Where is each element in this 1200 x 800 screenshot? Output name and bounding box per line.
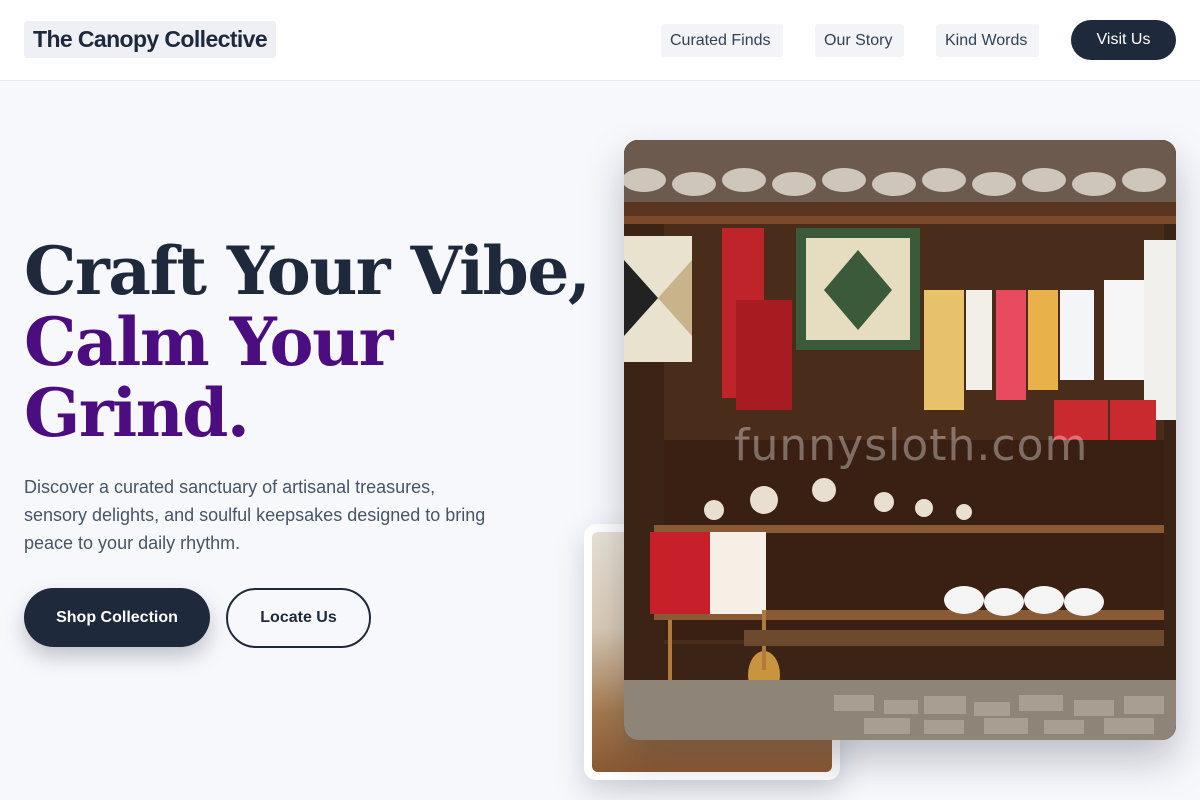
- visit-us-button[interactable]: Visit Us: [1071, 20, 1176, 60]
- nav-link-curated-finds[interactable]: Curated Finds: [661, 24, 783, 57]
- hero-description: Discover a curated sanctuary of artisana…: [24, 477, 486, 553]
- image-watermark: funnysloth.com: [734, 420, 1089, 471]
- hero-title-line-1: Craft Your Vibe,: [24, 232, 591, 310]
- site-logo[interactable]: The Canopy Collective: [24, 21, 277, 58]
- nav-link-kind-words[interactable]: Kind Words: [936, 24, 1039, 57]
- main-hero-image: funnysloth.com: [624, 140, 1176, 740]
- shop-collection-button[interactable]: Shop Collection: [24, 588, 210, 647]
- site-header: The Canopy Collective Curated Finds Our …: [0, 0, 1200, 81]
- hero-title-line-3: Grind.: [24, 374, 250, 452]
- nav-link-our-story[interactable]: Our Story: [815, 24, 904, 57]
- locate-us-button[interactable]: Locate Us: [226, 588, 371, 648]
- hero-title-line-2: Calm Your: [24, 303, 393, 381]
- hero-title: Craft Your Vibe, Calm Your Grind.: [24, 232, 591, 452]
